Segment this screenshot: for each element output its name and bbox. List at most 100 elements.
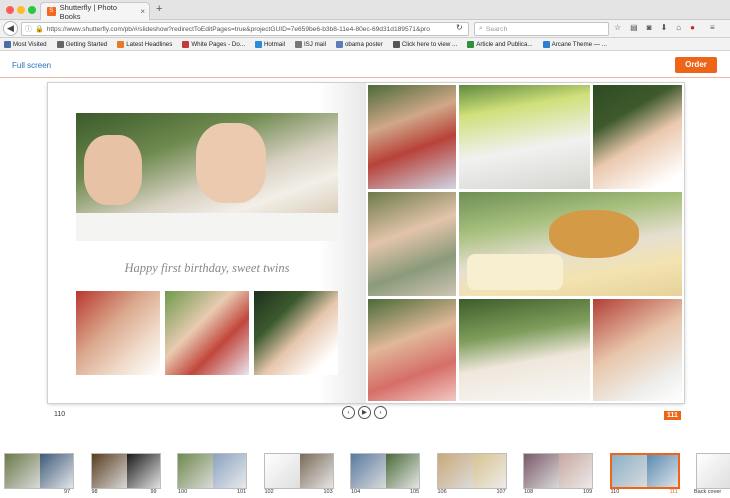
bookmark-item[interactable]: Arcane Theme — ... bbox=[542, 40, 607, 48]
photo-grandpa bbox=[368, 192, 456, 296]
browser-tab[interactable]: S Shutterfly | Photo Books × bbox=[40, 2, 150, 21]
bookmark-icon bbox=[467, 40, 475, 48]
menu-icon[interactable]: ≡ bbox=[710, 23, 715, 32]
navigation-bar: ◀ ⓘ 🔒 https://www.shutterfly.com/pb/#/sl… bbox=[0, 20, 730, 38]
photo-mom-hug bbox=[368, 299, 456, 401]
reload-icon[interactable]: ↻ bbox=[456, 23, 463, 32]
photo-baby-red bbox=[593, 299, 682, 401]
thumbnail-right-page bbox=[213, 454, 246, 488]
photo-twins-highchairs bbox=[459, 299, 590, 401]
url-bar[interactable]: ⓘ 🔒 https://www.shutterfly.com/pb/#/slid… bbox=[21, 22, 469, 36]
new-tab-button[interactable]: + bbox=[156, 3, 162, 15]
thumbnail-right-label: 99 bbox=[150, 489, 157, 495]
bookmark-item[interactable]: Hotmail bbox=[254, 40, 285, 48]
bookmark-item[interactable]: Article and Publica... bbox=[467, 40, 533, 48]
page-thumbnail[interactable] bbox=[177, 453, 247, 489]
search-icon: ⌕ bbox=[479, 25, 483, 32]
bookmark-item[interactable]: obama poster bbox=[335, 40, 383, 48]
thumbnail-right-page bbox=[126, 454, 160, 488]
left-page-number: 110 bbox=[54, 411, 66, 418]
bookmark-label: Arcane Theme — ... bbox=[551, 40, 607, 48]
thumbnail-right-page bbox=[386, 454, 419, 488]
minimize-window-icon[interactable] bbox=[17, 6, 25, 14]
photo-party-table bbox=[459, 85, 590, 189]
bookmark-item[interactable]: White Pages - Do... bbox=[182, 40, 245, 48]
bookmarks-bar: Most Visited Getting Started Latest Headli… bbox=[0, 38, 730, 51]
left-page: Happy first birthday, sweet twins bbox=[48, 83, 366, 403]
thumbnail-strip: 97 98 99 100 101 102 103 104 105 106 107 108 109 110 1… bbox=[0, 448, 730, 498]
home-icon[interactable]: ⌂ bbox=[676, 23, 681, 32]
right-page bbox=[366, 83, 684, 403]
page-thumbnail[interactable] bbox=[4, 453, 74, 489]
page-thumbnail[interactable] bbox=[523, 453, 593, 489]
thumbnail-right-label: 105 bbox=[410, 489, 420, 495]
thumbnail-left-label: 102 bbox=[264, 489, 274, 495]
thumbnail-left-label: 110 bbox=[610, 489, 620, 495]
thumbnail-left-label: 98 bbox=[91, 489, 98, 495]
thumbnail-left-label: 100 bbox=[178, 489, 188, 495]
photo-baby-eating bbox=[593, 85, 682, 189]
bookmark-item[interactable]: Most Visited bbox=[4, 40, 47, 48]
thumbnail-left-label: 106 bbox=[437, 489, 447, 495]
zoom-window-icon[interactable] bbox=[28, 6, 36, 14]
bookmark-icon bbox=[117, 40, 125, 48]
pocket-icon[interactable]: ◙ bbox=[647, 23, 652, 32]
page-thumbnail[interactable] bbox=[609, 453, 680, 489]
bookmark-label: ISJ mail bbox=[303, 40, 326, 48]
search-placeholder: Search bbox=[485, 25, 508, 33]
bookmark-item[interactable]: Latest Headlines bbox=[117, 40, 173, 48]
book-caption: Happy first birthday, sweet twins bbox=[124, 261, 290, 275]
prev-page-button[interactable]: ‹ bbox=[342, 406, 355, 419]
bookmark-icon bbox=[294, 40, 302, 48]
tab-close-icon[interactable]: × bbox=[140, 7, 145, 16]
photo-baby-cake bbox=[76, 291, 160, 375]
next-page-button[interactable]: › bbox=[374, 406, 387, 419]
bookmark-label: Click here to view ... bbox=[401, 40, 458, 48]
url-text: https://www.shutterfly.com/pb/#/slidesho… bbox=[46, 25, 430, 33]
play-slideshow-button[interactable]: ▶ bbox=[358, 406, 371, 419]
bookmark-label: obama poster bbox=[344, 40, 383, 48]
thumbnail-right-label: 109 bbox=[583, 489, 593, 495]
bookmark-item[interactable]: ISJ mail bbox=[294, 40, 326, 48]
bookmark-label: Hotmail bbox=[263, 40, 285, 48]
page-thumbnail[interactable] bbox=[350, 453, 420, 489]
pinterest-icon[interactable]: ● bbox=[690, 23, 695, 32]
info-icon[interactable]: ⓘ bbox=[25, 24, 32, 34]
photo-baby-highchair bbox=[254, 291, 338, 375]
search-input[interactable]: ⌕ Search bbox=[474, 22, 609, 36]
page-thumbnail[interactable] bbox=[696, 453, 730, 489]
thumbnail-right-page bbox=[646, 455, 678, 487]
close-window-icon[interactable] bbox=[6, 6, 14, 14]
download-icon[interactable]: ⬇ bbox=[661, 23, 668, 32]
bookmark-icon bbox=[392, 40, 400, 48]
page-thumbnail[interactable] bbox=[90, 453, 161, 489]
shutterfly-favicon-icon: S bbox=[47, 7, 56, 16]
bookmark-icon bbox=[4, 40, 11, 48]
thumbnail-right-label: 107 bbox=[496, 489, 506, 495]
thumbnail-right-label: Back cover bbox=[694, 489, 722, 495]
bookmark-star-icon[interactable]: ☆ bbox=[614, 23, 621, 32]
bookmark-icon bbox=[182, 40, 190, 48]
full-screen-link[interactable]: Full screen bbox=[12, 61, 51, 70]
photo-mom-twins bbox=[165, 291, 249, 375]
right-page-number: 111 bbox=[664, 411, 681, 420]
thumbnail-right-label: 103 bbox=[323, 489, 333, 495]
bookmark-label: Latest Headlines bbox=[126, 40, 173, 48]
thumbnail-left-page bbox=[524, 454, 559, 488]
photo-book-spread: Happy first birthday, sweet twins bbox=[48, 83, 684, 403]
reading-list-icon[interactable]: ▤ bbox=[630, 23, 638, 32]
lock-icon: 🔒 bbox=[35, 26, 44, 33]
browser-titlebar: S Shutterfly | Photo Books × + bbox=[0, 0, 730, 21]
page-navigation: ‹ ▶ › bbox=[342, 406, 387, 419]
photo-bundt-cake bbox=[459, 192, 682, 296]
bookmark-item[interactable]: Getting Started bbox=[56, 40, 108, 48]
page-thumbnail[interactable] bbox=[263, 453, 334, 489]
thumbnail-right-label: 101 bbox=[237, 489, 247, 495]
bookmark-item[interactable]: Click here to view ... bbox=[392, 40, 458, 48]
order-button[interactable]: Order bbox=[675, 57, 717, 73]
bookmark-icon bbox=[542, 40, 550, 48]
page-thumbnail[interactable] bbox=[436, 453, 507, 489]
bookmark-label: Getting Started bbox=[65, 40, 108, 48]
thumbnail-right-page bbox=[559, 454, 592, 488]
back-button[interactable]: ◀ bbox=[3, 21, 18, 36]
